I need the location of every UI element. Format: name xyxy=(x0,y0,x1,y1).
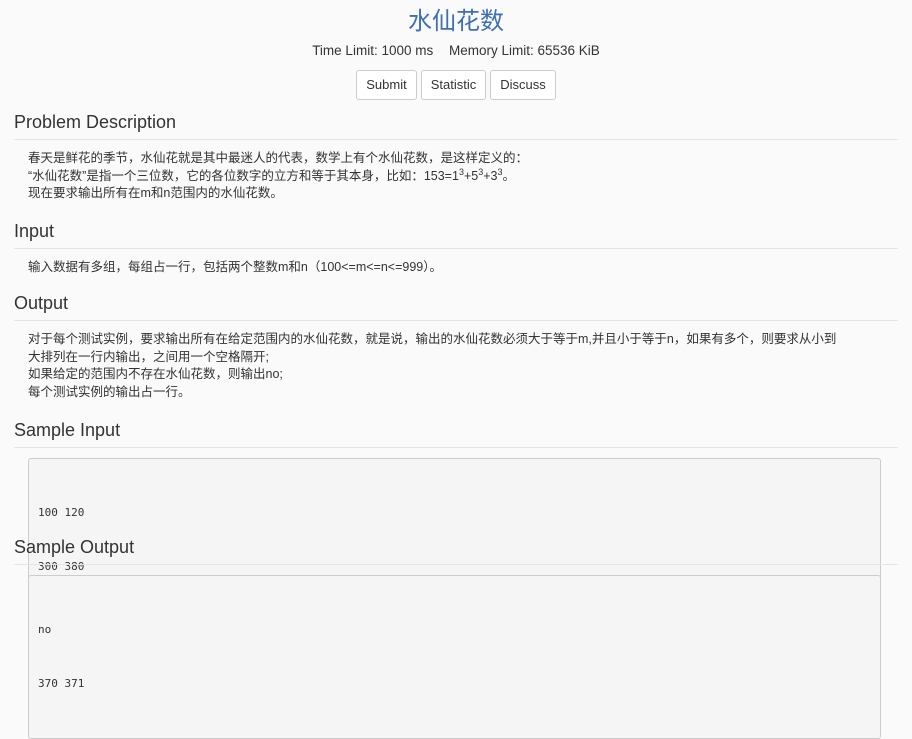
time-limit: Time Limit: 1000 ms xyxy=(312,43,434,58)
input-section: Input 输入数据有多组，每组占一行，包括两个整数m和n（100<=m<=n<… xyxy=(0,220,912,277)
memory-limit: Memory Limit: 65536 KiB xyxy=(449,43,600,58)
formula: 153=13+53+33。 xyxy=(423,167,516,183)
action-buttons: Submit Statistic Discuss xyxy=(0,70,912,100)
submit-button[interactable]: Submit xyxy=(356,70,417,100)
description-line: 现在要求输出所有在m和n范围内的水仙花数。 xyxy=(28,186,283,200)
section-title-description: Problem Description xyxy=(14,111,898,140)
output-line: 如果给定的范围内不存在水仙花数，则输出no; xyxy=(28,367,283,381)
output-section: Output 对于每个测试实例，要求输出所有在给定范围内的水仙花数，就是说，输出… xyxy=(0,292,912,401)
sample-output-code: no 370 371 xyxy=(28,575,881,739)
discuss-button[interactable]: Discuss xyxy=(490,70,556,100)
description-line: “水仙花数”是指一个三位数，它的各位数字的立方和等于其本身，比如：153=13+… xyxy=(28,167,884,186)
code-line: 100 120 xyxy=(38,506,85,519)
problem-title: 水仙花数 xyxy=(408,8,504,35)
input-line: 输入数据有多组，每组占一行，包括两个整数m和n（100<=m<=n<=999）。 xyxy=(28,260,442,274)
formula-part: 。 xyxy=(502,168,516,183)
description-content: 春天是鲜花的季节，水仙花就是其中最迷人的代表，数学上有个水仙花数，是这样定义的：… xyxy=(28,150,884,203)
output-line: 对于每个测试实例，要求输出所有在给定范围内的水仙花数，就是说，输出的水仙花数必须… xyxy=(28,332,837,346)
output-content: 对于每个测试实例，要求输出所有在给定范围内的水仙花数，就是说，输出的水仙花数必须… xyxy=(28,331,884,401)
description-section: Problem Description 春天是鲜花的季节，水仙花就是其中最迷人的… xyxy=(0,111,912,203)
section-title-input: Input xyxy=(14,220,898,249)
statistic-button[interactable]: Statistic xyxy=(420,70,487,100)
formula-part: 153=1 xyxy=(423,168,459,183)
formula-part: +3 xyxy=(483,168,498,183)
formula-part: +5 xyxy=(463,168,479,183)
description-text: “水仙花数”是指一个三位数，它的各位数字的立方和等于其本身，比如： xyxy=(28,168,424,183)
problem-header: 水仙花数 Time Limit: 1000 ms Memory Limit: 6… xyxy=(0,0,912,100)
sample-output-section: Sample Output no 370 371 xyxy=(0,536,912,739)
input-content: 输入数据有多组，每组占一行，包括两个整数m和n（100<=m<=n<=999）。 xyxy=(28,259,884,277)
code-line: no xyxy=(38,623,52,636)
section-title-sample-output: Sample Output xyxy=(14,536,898,565)
description-line: 春天是鲜花的季节，水仙花就是其中最迷人的代表，数学上有个水仙花数，是这样定义的： xyxy=(28,151,529,165)
section-title-output: Output xyxy=(14,292,898,321)
section-title-sample-input: Sample Input xyxy=(14,419,898,448)
limits-line: Time Limit: 1000 ms Memory Limit: 65536 … xyxy=(0,42,912,60)
output-line: 大排列在一行内输出，之间用一个空格隔开; xyxy=(28,349,269,364)
output-line: 每个测试实例的输出占一行。 xyxy=(28,384,191,399)
code-line: 370 371 xyxy=(38,677,85,690)
